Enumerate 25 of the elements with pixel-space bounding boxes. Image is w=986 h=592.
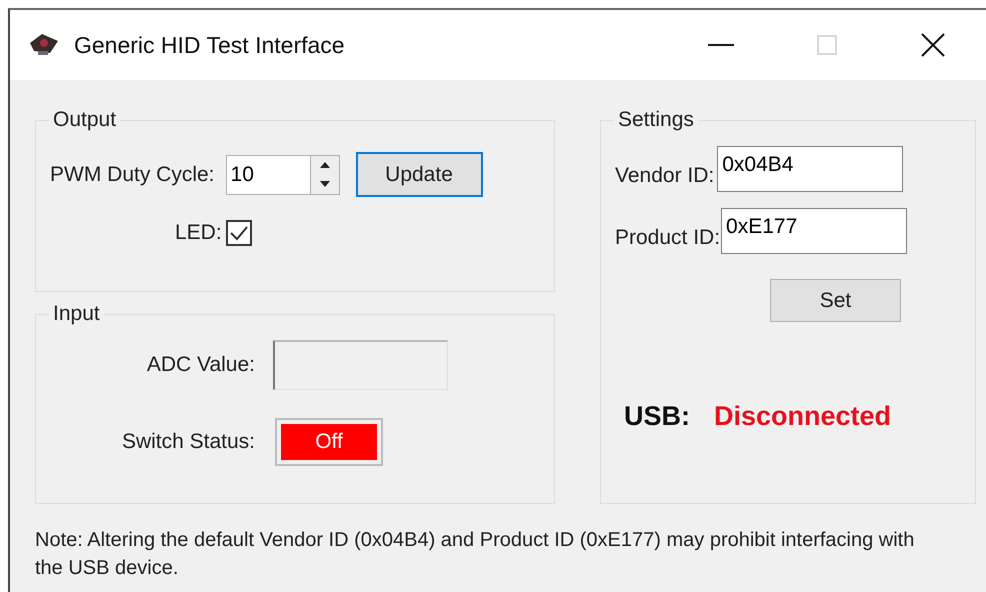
field-label: PWM Duty Cycle: (50, 162, 215, 188)
window-title: Generic HID Test Interface (74, 30, 345, 60)
usb-status: Disconnected (714, 400, 892, 433)
field-label: ADC Value: (146, 353, 255, 376)
field-label: Vendor ID: (615, 163, 714, 190)
led-checkbox[interactable] (226, 220, 252, 246)
up-arrow-icon[interactable] (320, 162, 330, 168)
set-button[interactable]: Set (770, 279, 901, 322)
spin-buttons[interactable] (310, 154, 340, 194)
note-text: Note: Altering the default Vendor ID (0x04B4) and Product ID (0xE177) may prohibit interfacing with the USB device. (35, 528, 916, 581)
vendor-id-field[interactable]: 0x04B4 (717, 146, 904, 192)
update-button[interactable]: Update (356, 152, 483, 197)
usb-label: USB: (624, 400, 690, 433)
group-title: Input (52, 302, 101, 326)
group-title: Settings (617, 108, 695, 132)
group-title: Output (52, 108, 118, 132)
product-id-field[interactable]: 0xE177 (721, 208, 908, 254)
close-icon[interactable] (921, 33, 945, 57)
check-icon (228, 224, 249, 241)
field-label: Product ID: (615, 225, 720, 252)
field-label: Switch Status: (122, 430, 255, 454)
number-field[interactable]: 10 (226, 154, 310, 194)
switch-status-indicator: Off (275, 418, 383, 466)
field-label: LED: (175, 220, 222, 246)
down-arrow-icon[interactable] (320, 181, 330, 187)
